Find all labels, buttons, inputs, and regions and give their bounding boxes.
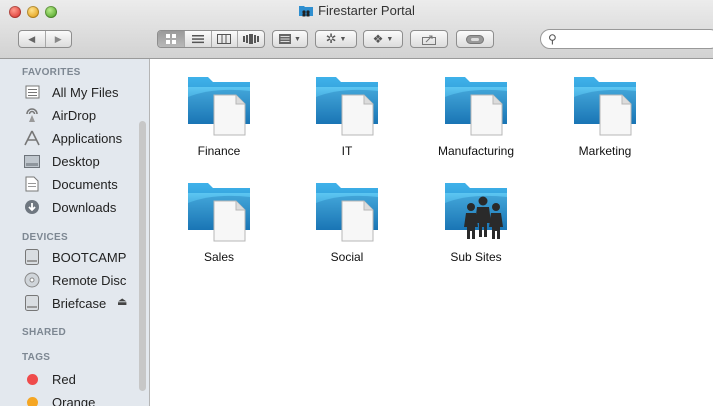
list-view-button[interactable] [183,31,211,47]
chevron-left-icon: ◀ [28,33,36,44]
sidebar-item-label: AirDrop [52,107,97,123]
sidebar-item-label: Red [52,371,76,387]
forward-button[interactable]: ▶ [44,31,72,47]
sidebar-item-label: Remote Disc [52,272,127,288]
share-button[interactable] [410,30,448,48]
network-folder-icon [299,6,314,17]
applications-icon [24,130,40,146]
share-icon [422,35,436,45]
icon-view-button[interactable] [158,31,184,47]
folder-name: Marketing [578,144,632,158]
documents-icon [24,176,40,192]
chevron-down-icon: ▼ [339,35,347,43]
sidebar-item-applications[interactable]: Applications [24,128,123,148]
folder-item[interactable]: Social [297,173,397,264]
folder-item[interactable]: Sub Sites [426,173,526,264]
titlebar: Firestarter Portal ◀ ▶ ▼ ✲ ▼ ❖ ▼ ⚲ [0,0,713,59]
sidebar-item-label: BOOTCAMP [52,249,127,265]
disk-icon [24,249,40,265]
view-mode-control [157,30,265,48]
red-tag-dot-icon [24,371,40,387]
cover-flow-icon [243,34,260,44]
chevron-down-icon: ▼ [386,35,394,43]
remote-disc-icon [24,272,40,288]
folder-name: Social [330,250,364,264]
sidebar-item-briefcase[interactable]: Briefcase [25,293,107,313]
finder-window: Firestarter Portal ◀ ▶ ▼ ✲ ▼ ❖ ▼ ⚲ FAVOR… [0,0,713,406]
downloads-icon [24,199,40,215]
folder-icon [312,67,382,137]
edit-tags-button[interactable] [456,30,494,48]
list-view-icon [191,35,204,44]
sidebar-item-label: Applications [52,130,123,146]
tag-icon [466,34,484,44]
folder-icon [312,173,382,243]
search-field[interactable]: ⚲ [540,29,713,49]
column-view-button[interactable] [210,31,238,47]
orange-tag-dot-icon [24,394,40,406]
folder-item[interactable]: IT [297,67,397,158]
sidebar-item-label: Orange [52,394,96,406]
sub-sites-people-icon [445,183,507,239]
folder-name: Finance [197,144,241,158]
cover-flow-button[interactable] [237,31,264,47]
dropbox-icon: ❖ [372,32,384,46]
sidebar-item-documents[interactable]: Documents [25,174,118,194]
dropbox-button[interactable]: ❖ ▼ [363,30,403,48]
folder-icon [441,67,511,137]
sidebar-item-bootcamp[interactable]: BOOTCAMP [25,247,127,267]
shared-header: SHARED [22,327,67,338]
airdrop-icon [24,107,40,123]
favorites-header: FAVORITES [22,67,81,78]
sidebar-item-remote-disc[interactable]: Remote Disc [24,270,127,290]
search-input[interactable] [561,31,713,45]
action-button[interactable]: ✲ ▼ [315,30,357,48]
search-icon: ⚲ [548,32,557,46]
folder-item[interactable]: Marketing [555,67,655,158]
folder-name: IT [341,144,353,158]
devices-header: DEVICES [22,232,69,243]
sidebar-item-airdrop[interactable]: AirDrop [26,105,97,125]
folder-name: Sub Sites [450,250,502,264]
folder-icon [570,67,640,137]
chevron-right-icon: ▶ [54,33,62,44]
folder-item[interactable]: Sales [169,173,269,264]
sidebar-item-label: All My Files [52,84,119,100]
back-button[interactable]: ◀ [19,31,45,47]
arrange-icon [279,34,292,44]
back-forward-control: ◀ ▶ [18,30,72,48]
sidebar-item-label: Briefcase [52,295,107,311]
all-my-files-icon [24,84,40,100]
folder-icon [184,67,254,137]
gear-icon: ✲ [325,31,337,46]
disk-icon [24,295,40,311]
window-title: Firestarter Portal [0,3,713,18]
sidebar-scrollbar[interactable] [139,121,146,391]
sidebar-item-all-my-files[interactable]: All My Files [25,82,119,102]
arrange-button[interactable]: ▼ [272,30,308,48]
tags-header: TAGS [22,352,51,363]
sidebar-item-desktop[interactable]: Desktop [24,151,100,171]
icon-view-icon [165,34,176,44]
chevron-down-icon: ▼ [294,35,301,43]
sidebar-item-tag-red[interactable]: Red [26,369,76,389]
folder-icon [184,173,254,243]
window-title-text: Firestarter Portal [318,3,415,18]
sidebar-item-label: Downloads [52,199,117,215]
folder-name: Manufacturing [437,144,515,158]
sidebar-item-tag-orange[interactable]: Orange [26,392,96,406]
folder-item[interactable]: Manufacturing [426,67,526,158]
sidebar: FAVORITES All My Files AirDrop Applicati… [0,59,150,406]
sidebar-item-label: Documents [52,176,118,192]
file-browser-content: Finance IT Manufacturing Marketing Sales… [151,59,713,406]
eject-icon[interactable]: ⏏ [117,295,127,308]
folder-item[interactable]: Finance [169,67,269,158]
folder-name: Sales [203,250,235,264]
sidebar-item-downloads[interactable]: Downloads [25,197,117,217]
column-view-icon [217,34,232,44]
desktop-icon [24,153,40,169]
sidebar-item-label: Desktop [52,153,100,169]
